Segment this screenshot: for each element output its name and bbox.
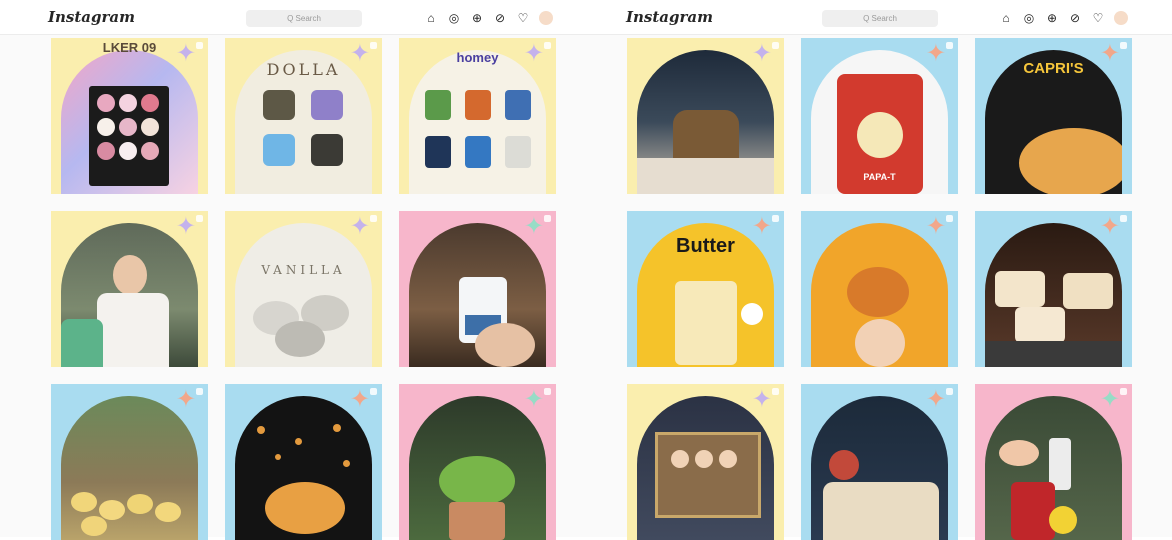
grid-post[interactable]: ✦ [399,384,556,540]
multi-post-icon [544,42,551,49]
post-image [61,50,198,194]
sparkle-icon: ✦ [175,40,196,67]
grid-post[interactable]: ✦ [975,384,1132,540]
sparkle-icon: ✦ [1099,386,1120,413]
sparkle-icon: ✦ [925,386,946,413]
multi-post-icon [196,388,203,395]
post-image [409,223,546,367]
post-image [61,223,198,367]
nav-icons: ⌂ ◎ ⊕ ⊘ ♡ [999,11,1128,25]
multi-post-icon [1120,215,1127,222]
post-image [985,396,1122,540]
grid-post[interactable]: ✦ [51,211,208,367]
top-navigation-bar: Instagram Q Search ⌂ ◎ ⊕ ⊘ ♡ [0,0,586,35]
multi-post-icon [772,42,779,49]
multi-post-icon [946,42,953,49]
search-input[interactable]: Q Search [822,10,938,27]
grid-post[interactable]: DOLLA ✦ [225,38,382,194]
post-image [61,396,198,540]
multi-post-icon [370,42,377,49]
grid-post[interactable]: LKER 09 ✦ [51,38,208,194]
post-image [985,223,1122,367]
sparkle-icon: ✦ [925,213,946,240]
grid-post[interactable]: ✦ [225,384,382,540]
heart-icon[interactable]: ♡ [516,11,530,25]
sparkle-icon: ✦ [1099,213,1120,240]
home-icon[interactable]: ⌂ [424,11,438,25]
multi-post-icon [1120,388,1127,395]
grid-post[interactable]: VANILLA ✦ [225,211,382,367]
left-profile-screen: Instagram Q Search ⌂ ◎ ⊕ ⊘ ♡ LKER 09 ✦ D… [0,0,586,540]
heart-icon[interactable]: ♡ [1091,11,1105,25]
grid-post[interactable]: CAPRI'S ✦ [975,38,1132,194]
grid-post[interactable]: homey ✦ [399,38,556,194]
instagram-logo[interactable]: Instagram [626,8,713,26]
post-image [409,396,546,540]
multi-post-icon [772,388,779,395]
sparkle-icon: ✦ [523,40,544,67]
explore-icon[interactable]: ⊘ [1068,11,1082,25]
instagram-logo[interactable]: Instagram [48,8,135,26]
grid-post[interactable]: ✦ [51,384,208,540]
sparkle-icon: ✦ [925,40,946,67]
multi-post-icon [370,215,377,222]
multi-post-icon [772,215,779,222]
sparkle-icon: ✦ [751,213,772,240]
right-profile-screen: Instagram Q Search ⌂ ◎ ⊕ ⊘ ♡ ✦ PAPA-T ✦ … [586,0,1172,540]
post-image [811,396,948,540]
new-post-icon[interactable]: ⊕ [1045,11,1059,25]
post-grid: ✦ PAPA-T ✦ CAPRI'S ✦ Butter ✦ ✦ ✦ ✦ ✦ ✦ [627,38,1132,540]
grid-post[interactable]: ✦ [627,38,784,194]
multi-post-icon [946,388,953,395]
sparkle-icon: ✦ [175,213,196,240]
post-caption: PAPA-T [863,172,896,182]
grid-post[interactable]: ✦ [399,211,556,367]
grid-post[interactable]: ✦ [801,211,958,367]
avatar[interactable] [539,11,553,25]
multi-post-icon [946,215,953,222]
post-image [637,396,774,540]
top-navigation-bar: Instagram Q Search ⌂ ◎ ⊕ ⊘ ♡ [586,0,1172,35]
grid-post[interactable]: Butter ✦ [627,211,784,367]
sparkle-icon: ✦ [349,213,370,240]
grid-post[interactable]: PAPA-T ✦ [801,38,958,194]
post-image [409,50,546,194]
explore-icon[interactable]: ⊘ [493,11,507,25]
sparkle-icon: ✦ [349,386,370,413]
sparkle-icon: ✦ [523,386,544,413]
sparkle-icon: ✦ [523,213,544,240]
sparkle-icon: ✦ [1099,40,1120,67]
search-input[interactable]: Q Search [246,10,362,27]
new-post-icon[interactable]: ⊕ [470,11,484,25]
grid-post[interactable]: ✦ [975,211,1132,367]
multi-post-icon [370,388,377,395]
post-image [637,50,774,194]
multi-post-icon [196,215,203,222]
nav-icons: ⌂ ◎ ⊕ ⊘ ♡ [424,11,553,25]
messenger-icon[interactable]: ◎ [447,11,461,25]
sparkle-icon: ✦ [175,386,196,413]
post-image [235,396,372,540]
multi-post-icon [544,388,551,395]
grid-post[interactable]: ✦ [801,384,958,540]
post-grid: LKER 09 ✦ DOLLA ✦ homey ✦ ✦ VANILLA ✦ ✦ … [51,38,556,540]
avatar[interactable] [1114,11,1128,25]
multi-post-icon [196,42,203,49]
sparkle-icon: ✦ [751,386,772,413]
multi-post-icon [1120,42,1127,49]
messenger-icon[interactable]: ◎ [1022,11,1036,25]
grid-post[interactable]: ✦ [627,384,784,540]
home-icon[interactable]: ⌂ [999,11,1013,25]
post-caption: VANILLA [261,263,346,277]
sparkle-icon: ✦ [349,40,370,67]
sparkle-icon: ✦ [751,40,772,67]
post-image [811,223,948,367]
multi-post-icon [544,215,551,222]
post-image [235,223,372,367]
